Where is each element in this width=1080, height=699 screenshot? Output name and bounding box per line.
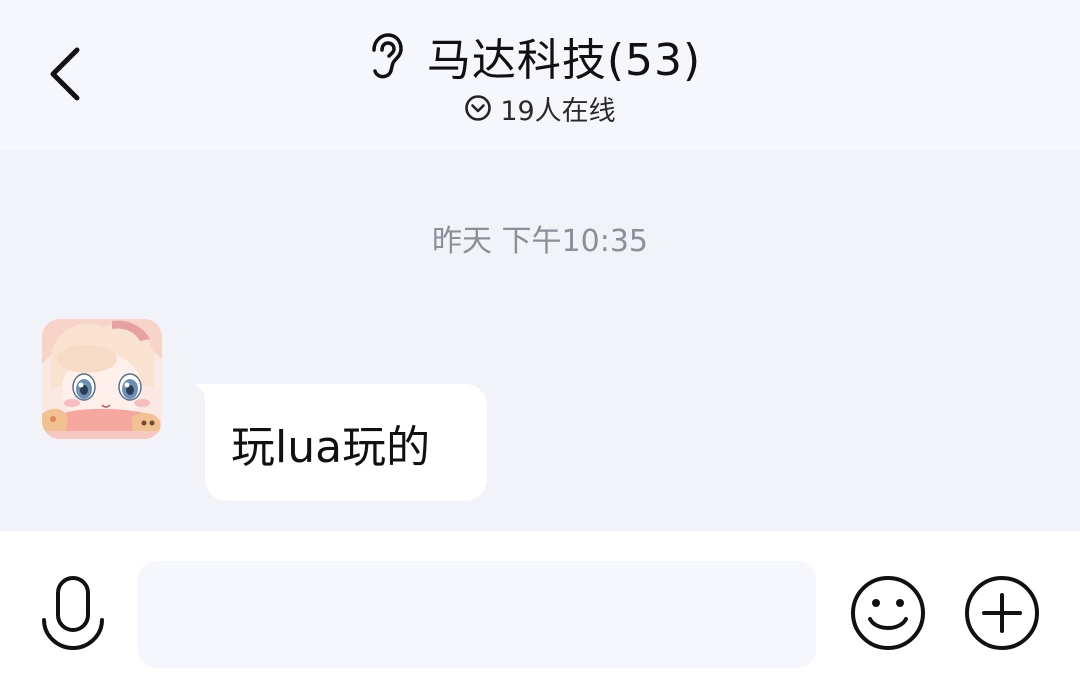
ear-icon <box>365 31 405 81</box>
smiley-icon <box>850 575 926 655</box>
emoji-button[interactable] <box>848 575 928 655</box>
message-text: 玩lua玩的 <box>231 421 431 473</box>
plus-circle-icon <box>964 575 1040 655</box>
message-input[interactable] <box>138 561 816 668</box>
group-title: 马达科技(53) <box>426 35 702 86</box>
chat-area[interactable]: 昨天 下午10:35 玩lua玩的 <box>0 150 1080 531</box>
title-row[interactable]: 马达科技(53) <box>0 24 1080 88</box>
message-bubble[interactable]: 玩lua玩的 <box>205 384 487 501</box>
online-count: 19人在线 <box>500 95 616 127</box>
input-bar <box>0 531 1080 699</box>
online-status[interactable]: 19人在线 <box>0 88 1080 128</box>
chevron-down-circle-icon <box>464 94 492 122</box>
more-button[interactable] <box>962 575 1042 655</box>
chat-header: 马达科技(53) 19人在线 <box>0 0 1080 150</box>
voice-button[interactable] <box>32 571 114 661</box>
avatar[interactable] <box>42 319 162 439</box>
microphone-icon <box>38 574 108 658</box>
message-timestamp: 昨天 下午10:35 <box>432 224 648 259</box>
